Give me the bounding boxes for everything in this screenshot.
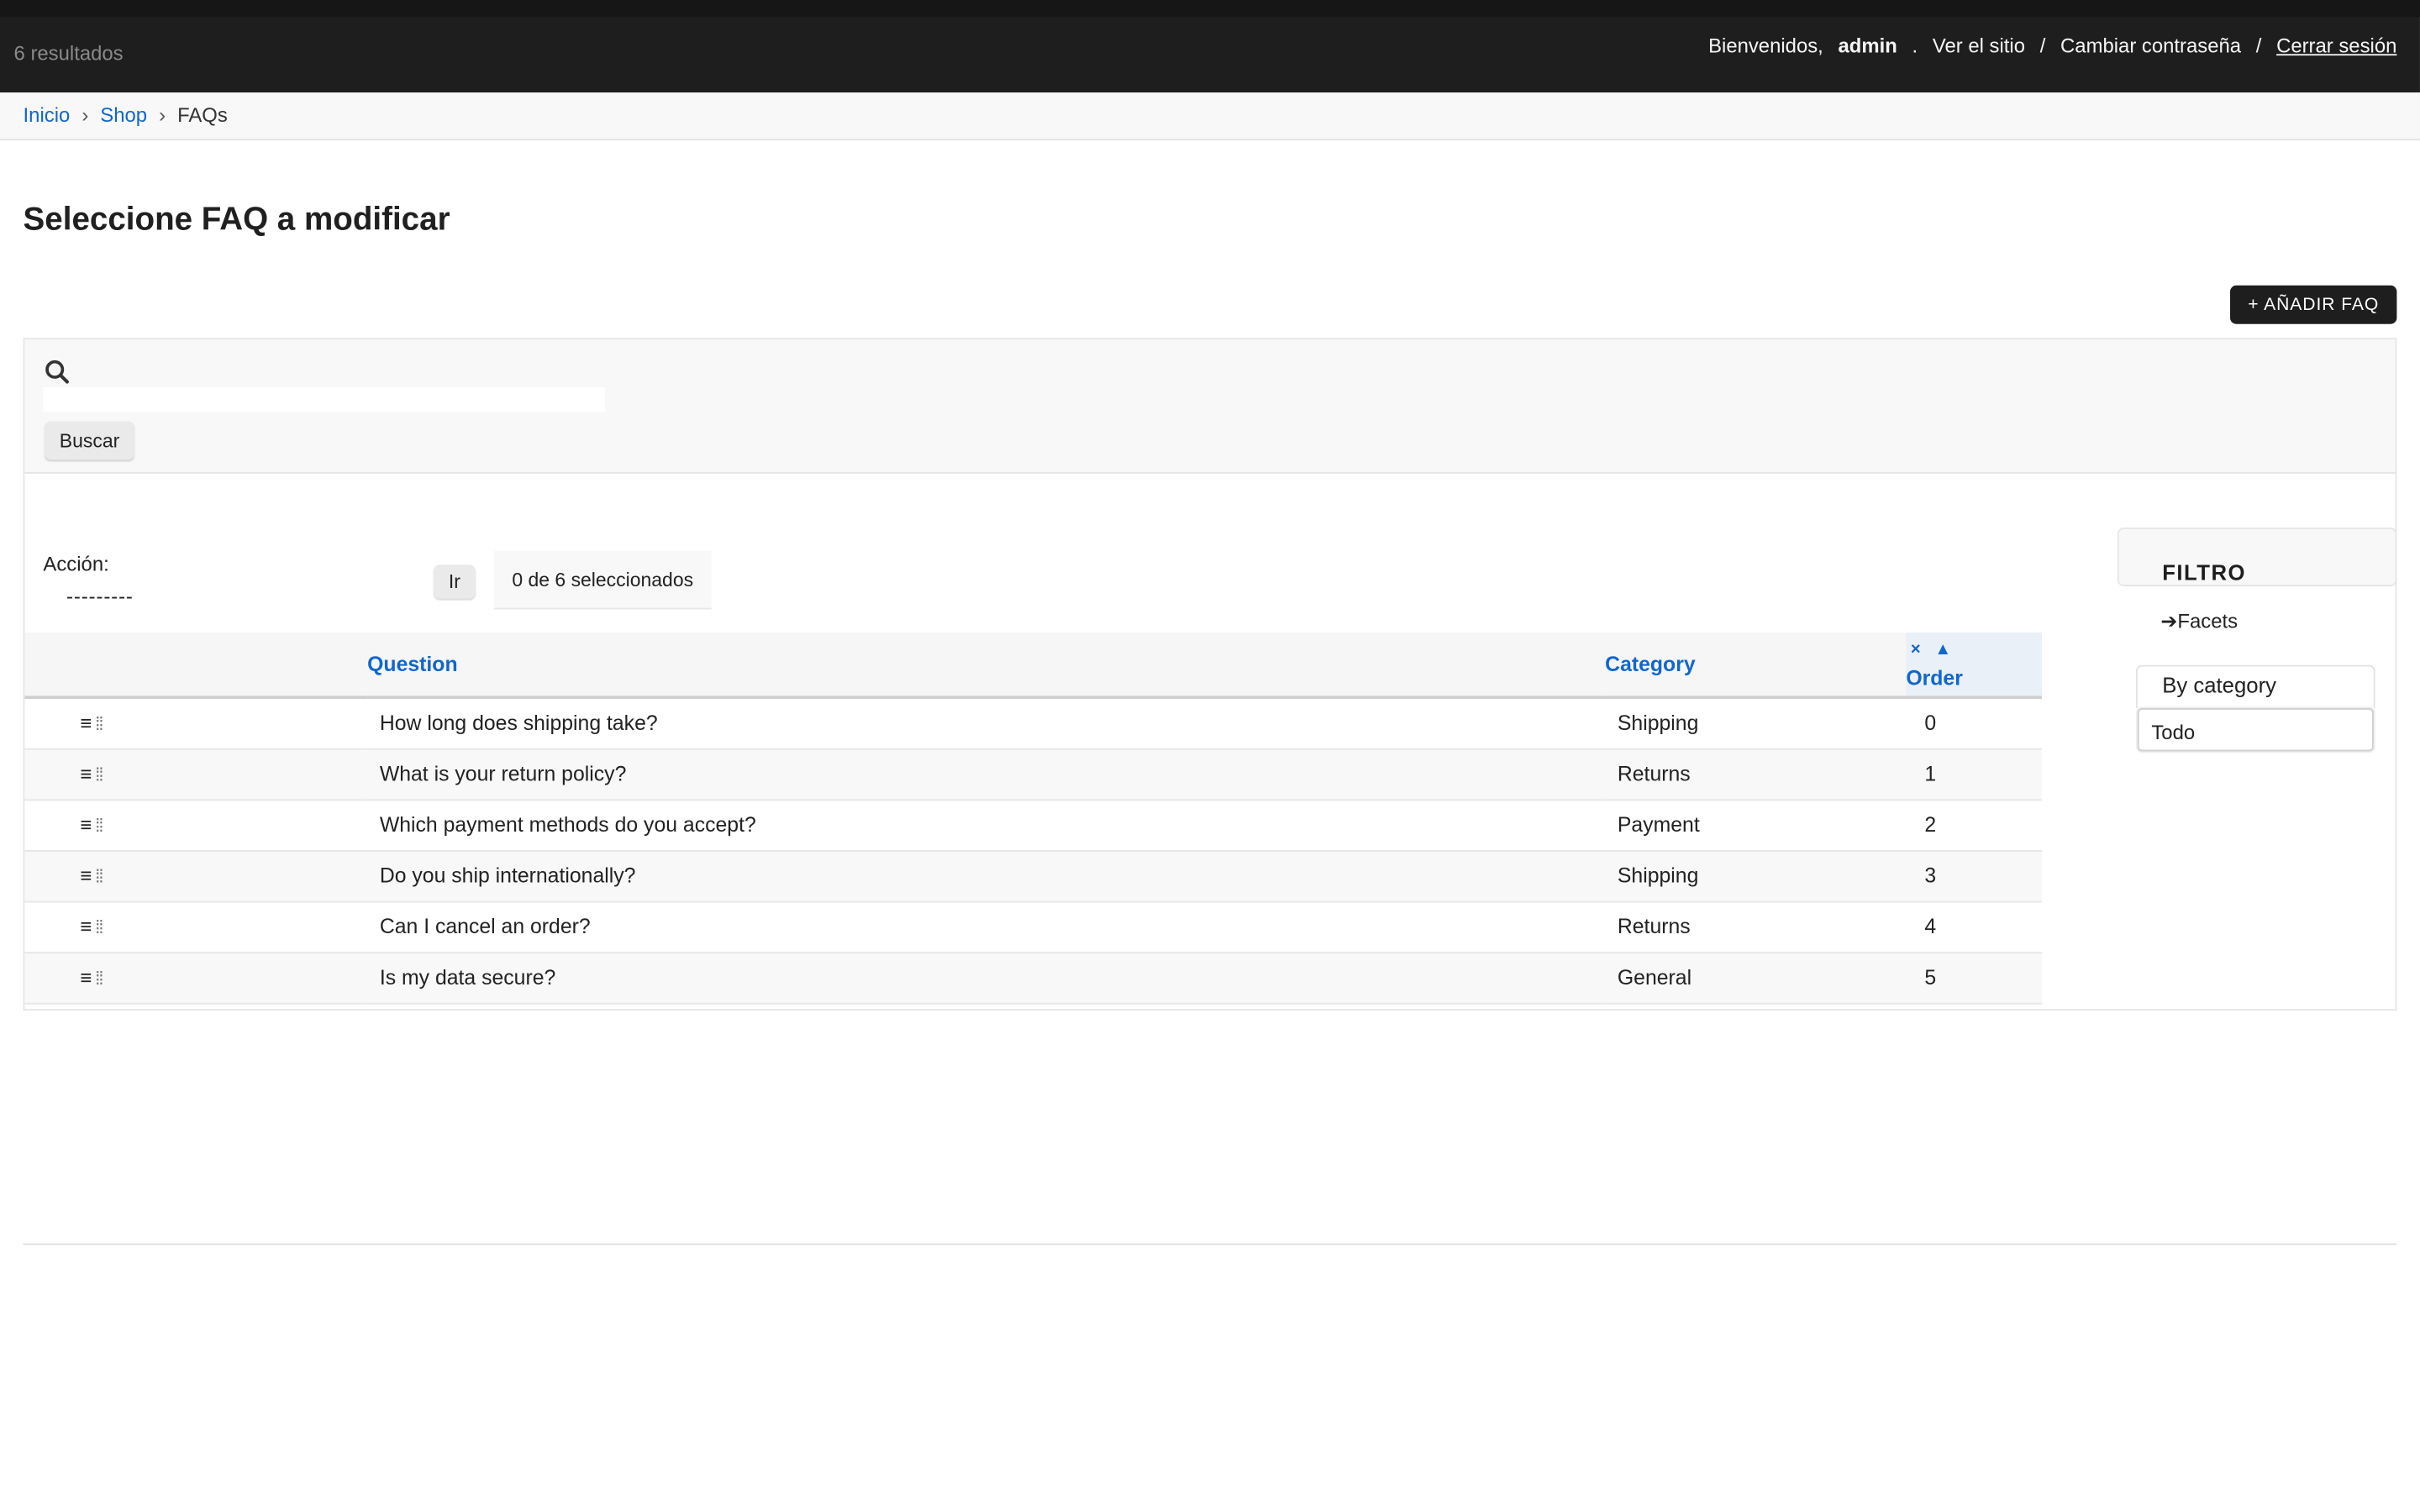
faq-category: Payment (1617, 812, 1700, 837)
drag-icon: ≡ (80, 915, 92, 938)
column-header-order[interactable]: × ▲ Order (1906, 633, 2042, 700)
logout-link[interactable]: Cerrar sesión (2276, 34, 2396, 57)
breadcrumb-home-link[interactable]: Inicio (24, 103, 71, 127)
filter-title: FILTRO (2162, 559, 2246, 585)
top-header: 6 resultados Bienvenidos, admin . Ver el… (0, 0, 2420, 93)
drag-icon: ≡ (80, 812, 92, 837)
faq-question[interactable]: What is your return policy? (367, 748, 1605, 800)
welcome-dot: . (1912, 34, 1918, 57)
drag-icon: ≡ (80, 864, 92, 888)
separator: / (2039, 34, 2046, 57)
breadcrumb-app-link[interactable]: Shop (100, 103, 147, 127)
drag-handle[interactable]: ≡ ⁞⁞ (24, 748, 367, 800)
breadcrumb-separator: › (82, 103, 89, 127)
results-table: Question Category × ▲ Order ≡ ⁞⁞ How long… (24, 633, 2042, 1004)
drag-icon: ≡ (80, 711, 92, 735)
drag-icon: ≡ (80, 965, 92, 990)
grip-icon: ⁞⁞ (95, 967, 103, 990)
drag-handle[interactable]: ≡ ⁞⁞ (24, 799, 367, 850)
results-count: 6 resultados (13, 41, 124, 66)
faq-question[interactable]: How long does shipping take? (367, 697, 1605, 748)
faq-category: Shipping (1617, 711, 1699, 735)
table-header-row: Question Category × ▲ Order (24, 633, 2042, 700)
breadcrumb-current: FAQs (177, 103, 228, 127)
username: admin (1838, 34, 1897, 57)
search-toolbar: Buscar (24, 339, 2396, 474)
breadcrumb: Inicio › Shop › FAQs (0, 92, 2420, 141)
table-row[interactable]: ≡ ⁞⁞ Which payment methods do you accept?… (24, 799, 2042, 851)
table-row[interactable]: ≡ ⁞⁞ Do you ship internationally? Shippin… (24, 850, 2042, 901)
action-label: Acción: (43, 552, 109, 576)
faq-order: 2 (1924, 812, 1937, 837)
add-faq-button[interactable]: + AÑADIR FAQ (2230, 285, 2397, 324)
faq-order: 5 (1924, 965, 1937, 990)
page-title: Seleccione FAQ a modificar (23, 202, 450, 238)
separator: / (2255, 34, 2262, 57)
grip-icon: ⁞⁞ (95, 713, 103, 735)
faq-order: 3 (1924, 864, 1937, 888)
search-input[interactable] (43, 387, 605, 412)
grip-icon: ⁞⁞ (95, 764, 103, 785)
go-button[interactable]: Ir (434, 564, 476, 599)
action-select[interactable]: --------- (66, 585, 134, 608)
faq-category: Shipping (1617, 864, 1699, 888)
table-row[interactable]: ≡ ⁞⁞ Is my data secure? General 5 (24, 952, 2042, 1003)
welcome-text: Bienvenidos, (1708, 34, 1823, 57)
grip-icon: ⁞⁞ (95, 916, 103, 938)
table-row[interactable]: ≡ ⁞⁞ Can I cancel an order? Returns 4 (24, 900, 2042, 953)
breadcrumb-separator: › (159, 103, 166, 127)
drag-handle[interactable]: ≡ ⁞⁞ (24, 850, 367, 901)
view-site-link[interactable]: Ver el sitio (1933, 34, 2025, 57)
search-icon (45, 360, 69, 384)
column-header-category[interactable]: Category (1605, 633, 1907, 700)
column-header-order-label: Order (1906, 666, 1963, 690)
filter-by-category[interactable]: By category (2135, 664, 2375, 709)
faq-question[interactable]: Do you ship internationally? (367, 850, 1605, 901)
filter-panel: FILTRO (2117, 528, 2397, 586)
change-password-link[interactable]: Cambiar contraseña (2060, 34, 2241, 57)
sort-ascending-icon[interactable]: ▲ (1934, 640, 1951, 659)
user-tools: Bienvenidos, admin . Ver el sitio / Camb… (1708, 34, 2396, 57)
grip-icon: ⁞⁞ (95, 814, 103, 837)
footer-divider (23, 1243, 2397, 1246)
faq-order: 1 (1924, 762, 1937, 785)
faq-category: General (1617, 965, 1692, 990)
search-button[interactable]: Buscar (45, 421, 134, 460)
drag-handle[interactable]: ≡ ⁞⁞ (24, 952, 367, 1003)
faq-question[interactable]: Can I cancel an order? (367, 901, 1605, 953)
table-row[interactable]: ≡ ⁞⁞ How long does shipping take? Shippin… (24, 697, 2042, 748)
faq-category: Returns (1617, 762, 1691, 785)
faq-question[interactable]: Is my data secure? (367, 952, 1605, 1003)
faq-category: Returns (1617, 915, 1691, 938)
drag-icon: ≡ (80, 762, 92, 785)
changelist: Buscar Acción: --------- Ir 0 de 6 selec… (23, 338, 2397, 1011)
sort-options: × ▲ (1906, 638, 2042, 660)
table-row[interactable]: ≡ ⁞⁞ What is your return policy? Returns … (24, 748, 2042, 800)
faq-order: 4 (1924, 915, 1937, 938)
remove-sort-icon[interactable]: × (1911, 640, 1921, 659)
drag-handle[interactable]: ≡ ⁞⁞ (24, 901, 367, 953)
grip-icon: ⁞⁞ (95, 865, 103, 888)
drag-column-header (24, 633, 368, 700)
drag-handle[interactable]: ≡ ⁞⁞ (24, 697, 367, 748)
faq-order: 0 (1924, 711, 1937, 735)
filter-category-select[interactable]: Todo (2137, 708, 2374, 752)
column-header-question[interactable]: Question (367, 633, 1606, 700)
facets-link[interactable]: ➔Facets (2160, 609, 2238, 633)
selection-counter: 0 de 6 seleccionados (493, 550, 712, 610)
faq-question[interactable]: Which payment methods do you accept? (367, 799, 1605, 850)
